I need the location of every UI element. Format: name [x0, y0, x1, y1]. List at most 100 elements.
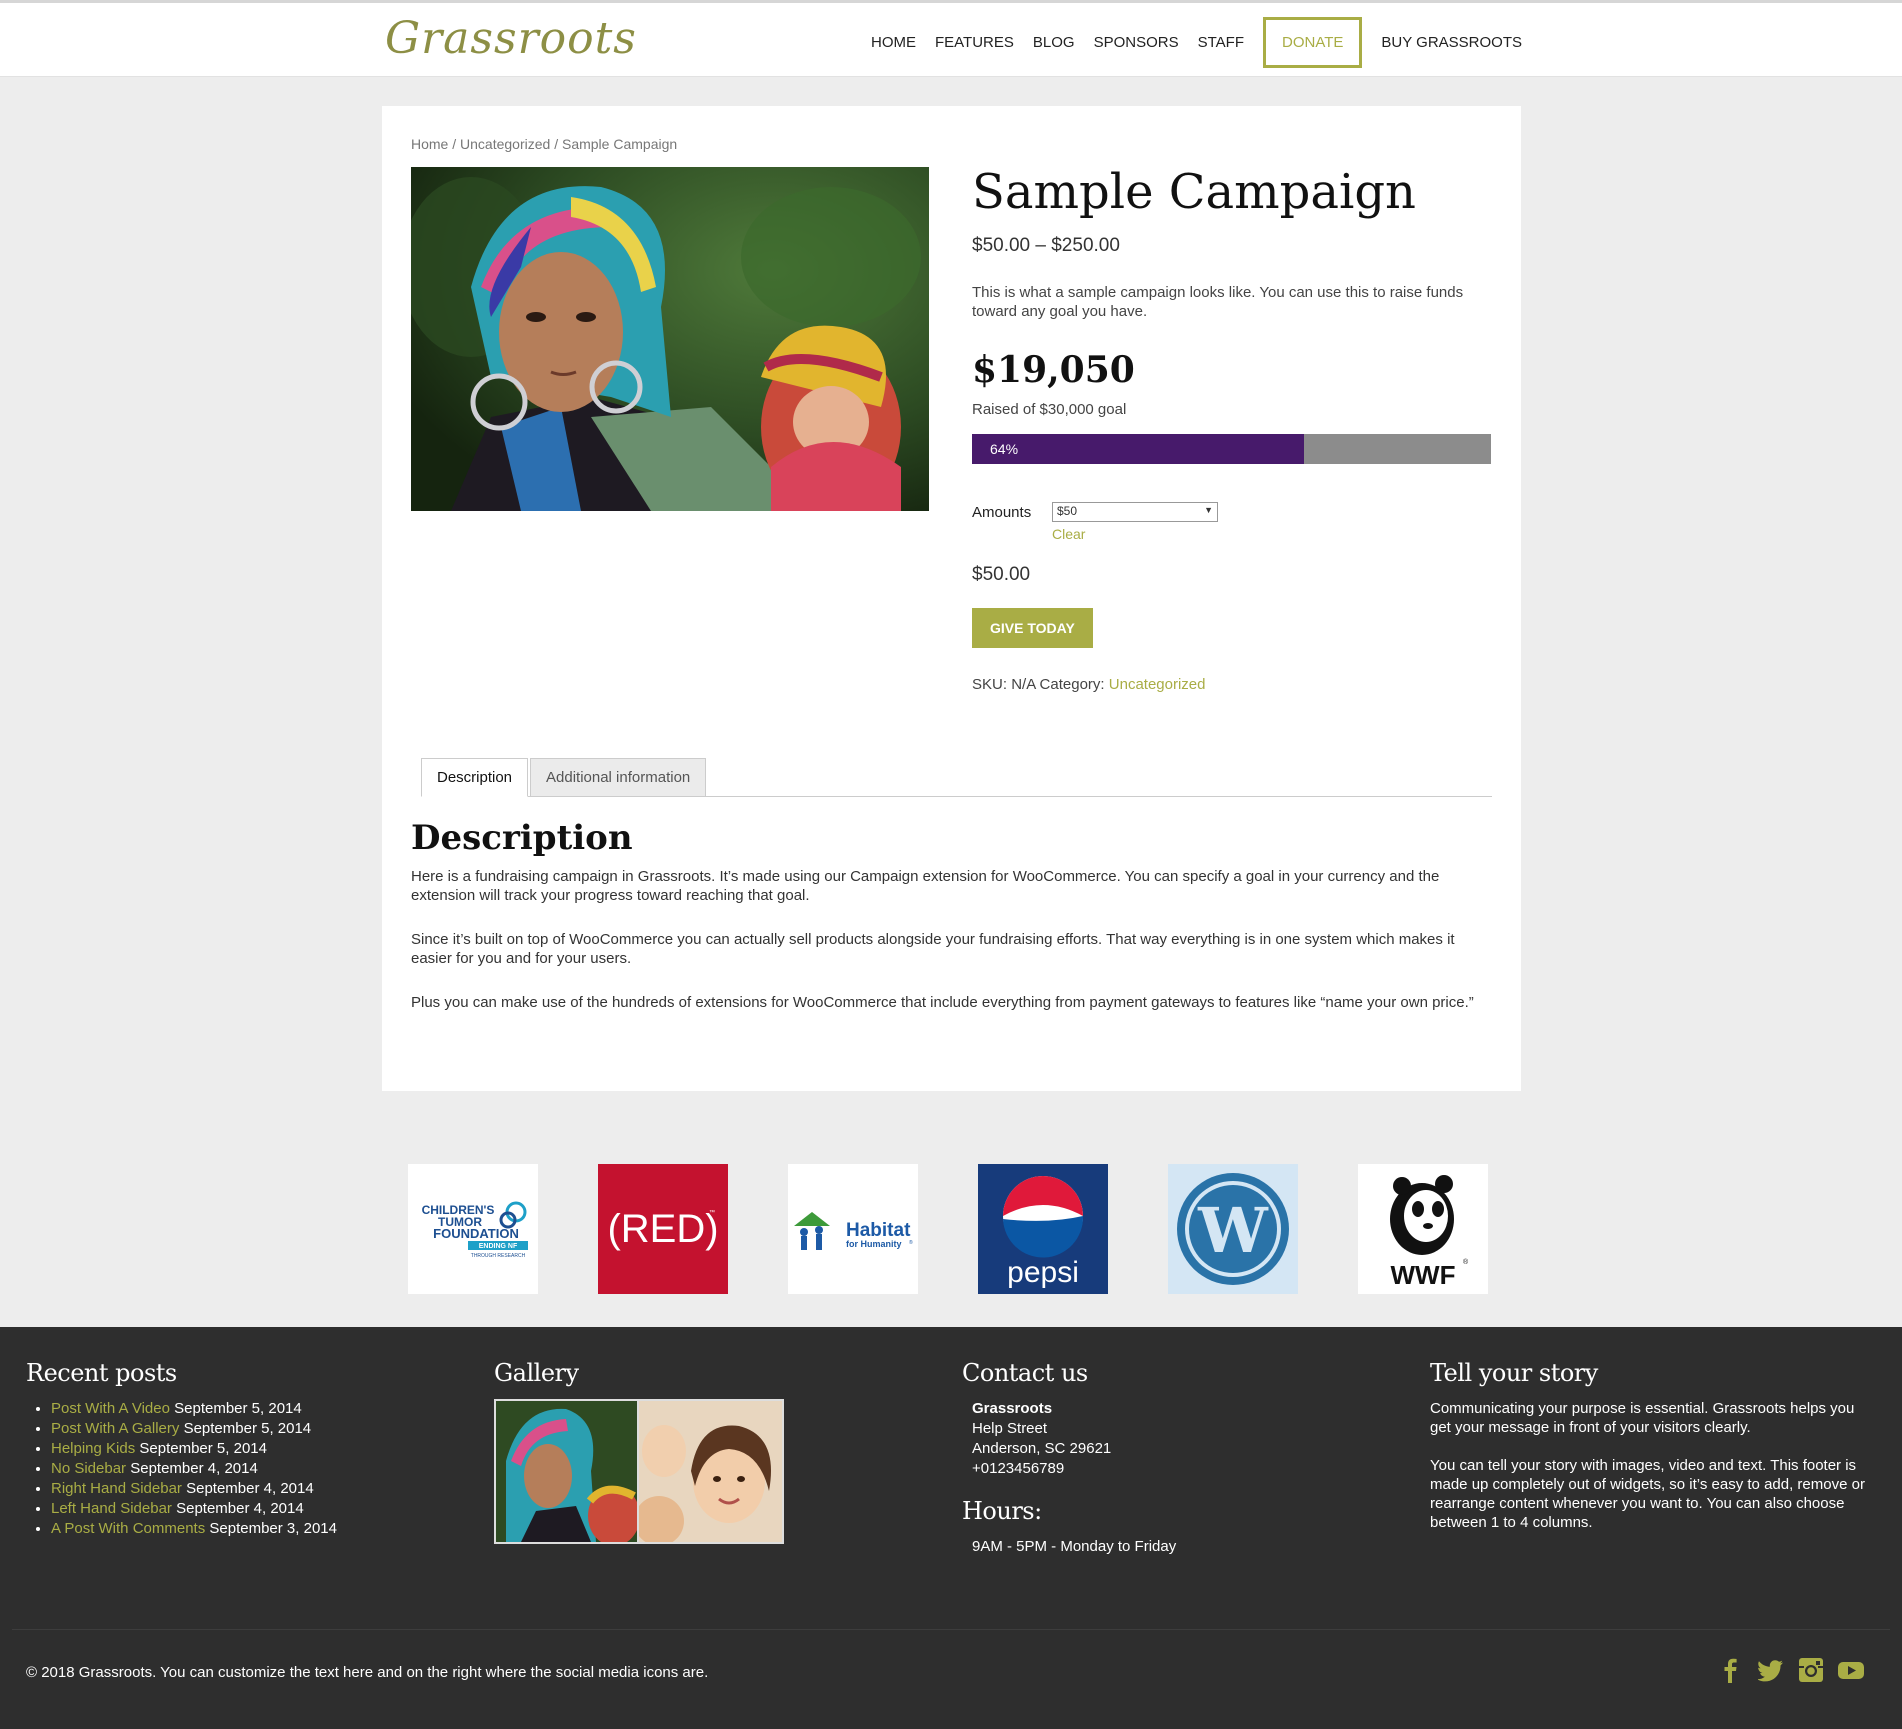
progress-fill: [972, 433, 1305, 464]
description-body: Here is a fundraising campaign in Grassr…: [411, 867, 1496, 1037]
recent-post-link[interactable]: Left Hand Sidebar: [51, 1500, 172, 1517]
habitat-line1: Habitat: [846, 1220, 911, 1241]
campaign-image[interactable]: [411, 167, 929, 511]
recent-post-date: September 4, 2014: [186, 1480, 314, 1497]
chevron-down-icon: ▼: [1204, 504, 1213, 515]
recent-post-date: September 5, 2014: [139, 1440, 267, 1457]
amounts-select[interactable]: $50 ▼: [1052, 501, 1218, 522]
contact-street: Help Street: [972, 1420, 1048, 1437]
product-summary: Sample Campaign $50.00 – $250.00 This is…: [972, 166, 1492, 693]
breadcrumb-home[interactable]: Home: [411, 136, 448, 152]
description-paragraph: Here is a fundraising campaign in Grassr…: [411, 868, 1440, 904]
site-logo[interactable]: Grassroots: [385, 13, 637, 64]
pepsi-wordmark: pepsi: [1007, 1256, 1079, 1289]
description-heading: Description: [411, 818, 633, 858]
product-tabs: Description Additional information: [421, 758, 1492, 797]
facebook-icon[interactable]: [1718, 1657, 1744, 1683]
sponsor-pepsi[interactable]: pepsi: [978, 1164, 1108, 1294]
recent-post-link[interactable]: A Post With Comments: [51, 1520, 205, 1537]
recent-post-link[interactable]: Helping Kids: [51, 1440, 135, 1457]
category-label: Category:: [1039, 675, 1105, 693]
breadcrumb-separator: /: [448, 136, 461, 152]
recent-post-link[interactable]: Post With A Gallery: [51, 1420, 179, 1437]
sponsor-wordpress[interactable]: W: [1168, 1164, 1298, 1294]
product-title: Sample Campaign: [972, 164, 1416, 220]
amounts-label: Amounts: [972, 503, 1032, 521]
gallery-thumb[interactable]: [496, 1401, 639, 1542]
nav-staff[interactable]: STAFF: [1198, 34, 1244, 51]
contact-phone: +0123456789: [972, 1460, 1065, 1477]
progress-label: 64%: [990, 440, 1019, 457]
list-item: Post With A Gallery September 5, 2014: [51, 1419, 466, 1439]
list-item: Right Hand Sidebar September 4, 2014: [51, 1479, 466, 1499]
give-today-button[interactable]: GIVE TODAY: [972, 607, 1093, 648]
twitter-icon[interactable]: [1757, 1657, 1784, 1683]
tab-description[interactable]: Description: [421, 758, 529, 797]
sponsors-row: CHILDREN'S TUMOR FOUNDATION ENDING NF TH…: [0, 1164, 1902, 1294]
recent-post-date: September 3, 2014: [209, 1520, 337, 1537]
ctf-line4: ENDING NF: [479, 1243, 518, 1250]
nav-donate-button[interactable]: DONATE: [1263, 17, 1363, 68]
amounts-select-value: $50: [1057, 503, 1078, 518]
product-meta: SKU: N/A Category: Uncategorized: [972, 676, 1492, 693]
sponsor-habitat-for-humanity[interactable]: Habitat for Humanity ®: [788, 1164, 918, 1294]
copyright-text: © 2018 Grassroots. You can customize the…: [26, 1664, 709, 1681]
recent-post-link[interactable]: Post With A Video: [51, 1400, 170, 1417]
sponsor-childrens-tumor-foundation[interactable]: CHILDREN'S TUMOR FOUNDATION ENDING NF TH…: [408, 1164, 538, 1294]
instagram-icon[interactable]: [1798, 1657, 1824, 1683]
nav-blog[interactable]: BLOG: [1033, 34, 1075, 51]
main-nav: HOME FEATURES BLOG SPONSORS STAFF DONATE…: [871, 17, 1522, 68]
recent-post-link[interactable]: Right Hand Sidebar: [51, 1480, 182, 1497]
description-paragraph: Since it’s built on top of WooCommerce y…: [411, 931, 1455, 967]
footer-contact: Contact us Grassroots Help Street Anders…: [962, 1359, 1402, 1557]
recent-posts-list: Post With A Video September 5, 2014 Post…: [26, 1399, 466, 1539]
tab-additional-information[interactable]: Additional information: [530, 758, 707, 797]
nav-sponsors[interactable]: SPONSORS: [1094, 34, 1179, 51]
gallery-grid: [494, 1399, 784, 1544]
habitat-reg: ®: [909, 1239, 913, 1246]
footer-recent-posts: Recent posts Post With A Video September…: [26, 1359, 466, 1539]
story-heading: Tell your story: [1430, 1359, 1598, 1387]
list-item: A Post With Comments September 3, 2014: [51, 1519, 466, 1539]
red-logo-text: (RED): [607, 1207, 718, 1251]
short-description: This is what a sample campaign looks lik…: [972, 283, 1464, 320]
list-item: Helping Kids September 5, 2014: [51, 1439, 466, 1459]
breadcrumb-category[interactable]: Uncategorized: [460, 136, 550, 152]
habitat-line2: for Humanity: [846, 1239, 902, 1249]
nav-home[interactable]: HOME: [871, 34, 916, 51]
contact-name: Grassroots: [972, 1399, 1402, 1419]
footer-story: Tell your story Communicating your purpo…: [1430, 1359, 1880, 1551]
sponsor-wwf[interactable]: WWF ®: [1358, 1164, 1488, 1294]
breadcrumb: Home / Uncategorized / Sample Campaign: [411, 136, 677, 152]
description-paragraph: Plus you can make use of the hundreds of…: [411, 994, 1474, 1011]
youtube-icon[interactable]: [1838, 1657, 1864, 1683]
recent-post-date: September 5, 2014: [183, 1420, 312, 1437]
category-link[interactable]: Uncategorized: [1109, 676, 1206, 693]
gallery-thumb[interactable]: [639, 1401, 782, 1542]
story-paragraph: You can tell your story with images, vid…: [1430, 1457, 1865, 1531]
recent-post-date: September 4, 2014: [130, 1460, 258, 1477]
wwf-reg: ®: [1463, 1258, 1469, 1266]
ctf-line5: THROUGH RESEARCH: [471, 1253, 526, 1259]
recent-posts-heading: Recent posts: [26, 1359, 177, 1387]
wordpress-icon: W: [1197, 1194, 1269, 1267]
recent-post-link[interactable]: No Sidebar: [51, 1460, 126, 1477]
nav-buy-grassroots[interactable]: BUY GRASSROOTS: [1381, 34, 1522, 51]
footer-gallery: Gallery: [494, 1359, 934, 1544]
clear-link[interactable]: Clear: [1052, 526, 1218, 542]
price-range: $50.00 – $250.00: [972, 234, 1120, 256]
footer-divider: [12, 1629, 1890, 1630]
hours-heading: Hours:: [962, 1497, 1042, 1525]
gallery-heading: Gallery: [494, 1359, 579, 1387]
list-item: Left Hand Sidebar September 4, 2014: [51, 1499, 466, 1519]
breadcrumb-current: Sample Campaign: [561, 136, 678, 152]
social-icons: [1718, 1657, 1864, 1683]
sku-value: N/A: [1011, 675, 1036, 693]
hours-text: 9AM - 5PM - Monday to Friday: [972, 1538, 1177, 1555]
raised-goal-label: Raised of $30,000 goal: [972, 400, 1127, 418]
sponsor-red[interactable]: (RED) ™: [598, 1164, 728, 1294]
nav-features[interactable]: FEATURES: [935, 34, 1014, 51]
story-paragraph: Communicating your purpose is essential.…: [1430, 1400, 1855, 1436]
recent-post-date: September 5, 2014: [174, 1400, 302, 1417]
contact-city: Anderson, SC 29621: [972, 1440, 1112, 1457]
